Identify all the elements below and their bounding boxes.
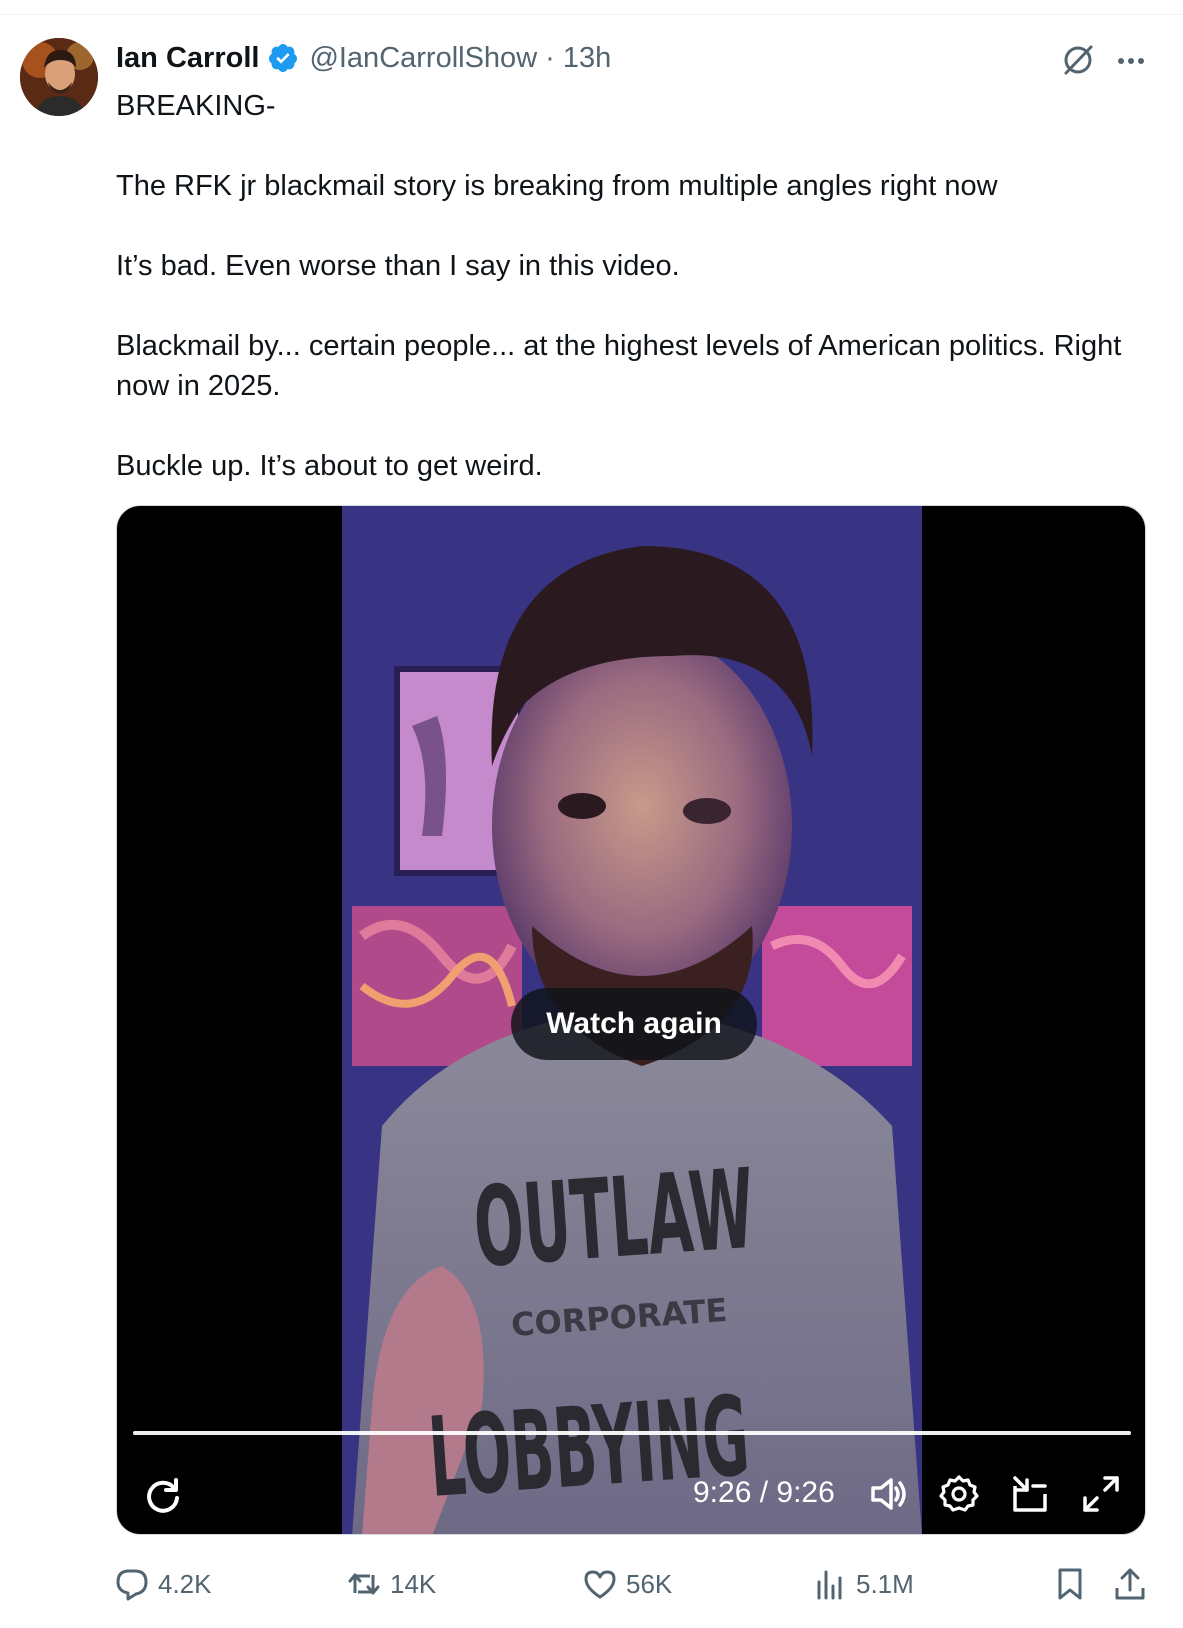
- tweet-header: Ian Carroll @IanCarrollShow · 13h: [116, 40, 611, 76]
- author-handle[interactable]: @IanCarrollShow: [309, 42, 537, 75]
- more-icon[interactable]: [1114, 44, 1148, 78]
- repost-icon: [348, 1573, 380, 1595]
- shirt-text-main: OUTLAW: [470, 1145, 758, 1292]
- like-button[interactable]: 56K: [582, 1562, 672, 1606]
- repost-button[interactable]: 14K: [346, 1562, 436, 1606]
- tweet-text: BREAKING- The RFK jr blackmail story is …: [116, 86, 1156, 486]
- tweet-paragraph: BREAKING-: [116, 90, 276, 122]
- reply-icon: [116, 1569, 148, 1601]
- bookmark-button[interactable]: [1052, 1562, 1088, 1606]
- reply-button[interactable]: 4.2K: [114, 1562, 212, 1606]
- video-progress-bar[interactable]: [133, 1431, 1131, 1435]
- avatar[interactable]: [20, 38, 98, 116]
- volume-icon[interactable]: [867, 1472, 911, 1516]
- grok-icon[interactable]: [1060, 42, 1096, 78]
- author-name[interactable]: Ian Carroll: [116, 42, 259, 75]
- tweet-paragraph: The RFK jr blackmail story is breaking f…: [116, 170, 998, 202]
- like-count: 56K: [626, 1568, 673, 1599]
- tweet-paragraph: It’s bad. Even worse than I say in this …: [116, 250, 680, 282]
- tweet-paragraph: Blackmail by... certain people... at the…: [116, 330, 1122, 402]
- views-button[interactable]: 5.1M: [812, 1562, 914, 1606]
- views-icon: [817, 1570, 842, 1600]
- repost-count: 14K: [390, 1568, 437, 1599]
- tweet-paragraph: Buckle up. It’s about to get weird.: [116, 450, 543, 482]
- share-button[interactable]: [1112, 1562, 1148, 1606]
- replay-icon[interactable]: [141, 1474, 185, 1518]
- avatar-image: [20, 38, 98, 116]
- separator-dot: ·: [545, 41, 555, 74]
- verified-badge-icon: [267, 42, 299, 74]
- fullscreen-icon[interactable]: [1079, 1472, 1123, 1516]
- settings-gear-icon[interactable]: [937, 1472, 981, 1516]
- video-progress-fill: [133, 1431, 1131, 1435]
- reply-count: 4.2K: [158, 1568, 212, 1599]
- watch-again-button[interactable]: Watch again: [511, 988, 757, 1060]
- tweet-timestamp[interactable]: 13h: [563, 42, 611, 75]
- bookmark-icon: [1058, 1568, 1082, 1600]
- top-divider: [0, 14, 1183, 15]
- share-icon: [1115, 1568, 1145, 1600]
- view-count: 5.1M: [856, 1568, 914, 1599]
- tweet-actions: 4.2K 14K 56K 5.1M: [0, 1562, 1183, 1606]
- video-player[interactable]: OUTLAW CORPORATE LOBBYING Watch again 9:…: [116, 505, 1146, 1535]
- video-timecode: 9:26 / 9:26: [693, 1476, 835, 1509]
- picture-in-picture-icon[interactable]: [1009, 1472, 1053, 1516]
- heart-icon: [584, 1570, 616, 1599]
